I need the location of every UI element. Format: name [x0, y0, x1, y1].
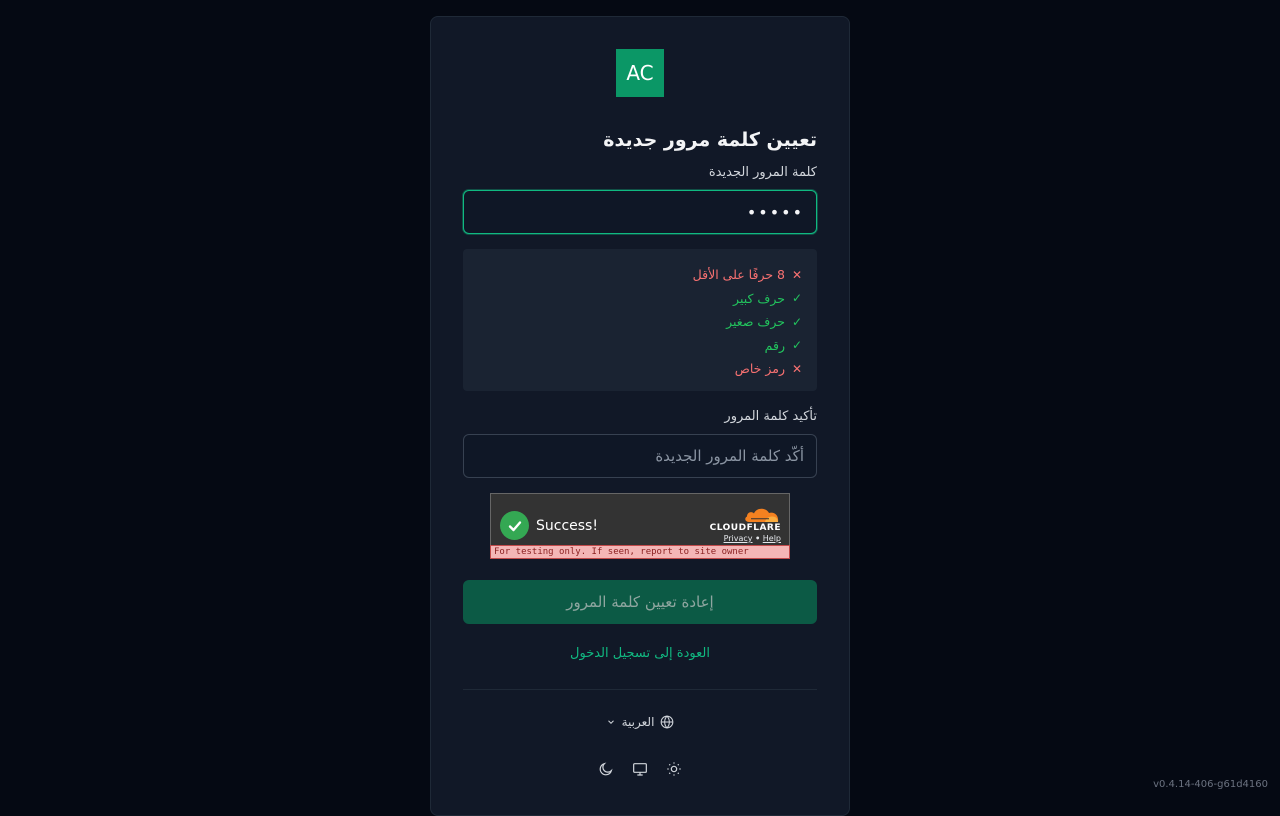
theme-light-button[interactable]: [666, 761, 682, 777]
reset-password-card: AC تعيين كلمة مرور جديدة كلمة المرور الج…: [430, 16, 850, 816]
requirement-number: ✓ رقم: [477, 334, 803, 358]
divider: [463, 689, 817, 690]
captcha-status: Success!: [536, 518, 598, 534]
requirement-special-char: ✕ رمز خاص: [477, 357, 803, 381]
cloudflare-cloud-icon: [743, 506, 781, 523]
x-icon: ✕: [791, 268, 803, 282]
privacy-link[interactable]: Privacy: [724, 534, 753, 543]
help-link[interactable]: Help: [763, 534, 781, 543]
link-separator: •: [755, 534, 760, 543]
sun-icon: [666, 761, 682, 777]
success-check-icon: [500, 511, 529, 540]
logo-text: AC: [626, 61, 653, 85]
chevron-down-icon: [606, 717, 616, 727]
requirement-lowercase: ✓ حرف صغير: [477, 310, 803, 334]
theme-switcher: [431, 761, 849, 777]
reset-password-button[interactable]: إعادة تعيين كلمة المرور: [463, 580, 817, 624]
confirm-password-input[interactable]: أكّد كلمة المرور الجديدة: [463, 434, 817, 478]
monitor-icon: [632, 761, 648, 777]
app-version: v0.4.14-406-g61d4160: [1153, 779, 1268, 790]
captcha-links: Privacy • Help: [724, 534, 781, 543]
x-icon: ✕: [791, 362, 803, 376]
theme-system-button[interactable]: [632, 761, 648, 777]
check-icon: ✓: [791, 338, 803, 352]
check-icon: ✓: [791, 315, 803, 329]
theme-dark-button[interactable]: [598, 761, 614, 777]
confirm-password-label: تأكيد كلمة المرور: [724, 409, 817, 424]
language-selector[interactable]: العربية: [431, 715, 849, 729]
cloudflare-brand: CLOUDFLARE: [701, 523, 781, 533]
requirement-uppercase: ✓ حرف كبير: [477, 287, 803, 311]
captcha-test-notice: For testing only. If seen, report to sit…: [490, 545, 790, 559]
page-title: تعيين كلمة مرور جديدة: [603, 129, 817, 151]
new-password-value: •••••: [747, 203, 804, 222]
app-logo: AC: [616, 49, 664, 97]
password-requirements: ✕ 8 حرفًا على الأقل ✓ حرف كبير ✓ حرف صغي…: [463, 249, 817, 391]
cloudflare-turnstile-widget[interactable]: Success! CLOUDFLARE Privacy • Help For t…: [490, 493, 790, 559]
globe-icon: [660, 715, 674, 729]
confirm-password-placeholder: أكّد كلمة المرور الجديدة: [655, 447, 804, 465]
cloudflare-logo: CLOUDFLARE: [701, 506, 781, 533]
requirement-min-length: ✕ 8 حرفًا على الأقل: [477, 263, 803, 287]
check-icon: ✓: [791, 291, 803, 305]
new-password-input[interactable]: •••••: [463, 190, 817, 234]
new-password-label: كلمة المرور الجديدة: [709, 165, 817, 180]
back-to-login-link[interactable]: العودة إلى تسجيل الدخول: [431, 646, 849, 661]
moon-icon: [598, 761, 614, 777]
language-label: العربية: [622, 715, 655, 729]
